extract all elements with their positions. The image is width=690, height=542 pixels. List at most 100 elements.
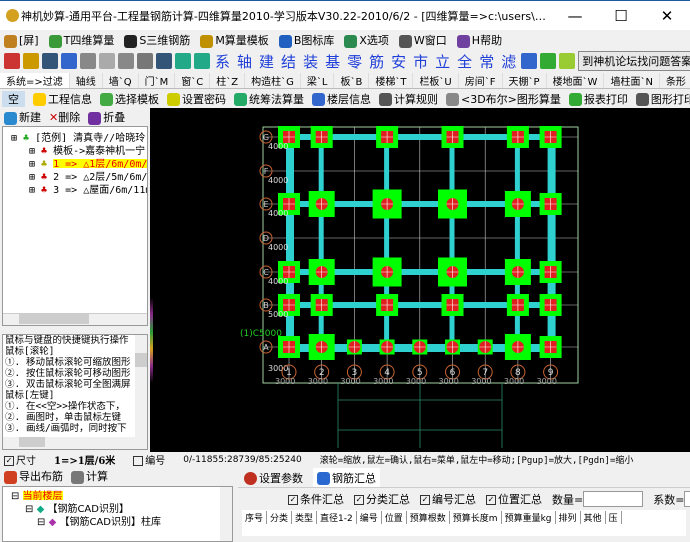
menu-item[interactable]: M算量模板: [200, 32, 269, 48]
tab-category[interactable]: 墙`Q: [103, 72, 139, 88]
tool-char-button[interactable]: 全: [457, 51, 472, 72]
tool-char-button[interactable]: 系: [215, 51, 230, 72]
tab-category[interactable]: 系统=>过滤: [0, 72, 70, 88]
tree-item[interactable]: ⊞ ♣ 模板->嘉泰神机一宁: [3, 142, 147, 155]
column-header[interactable]: 编号: [357, 510, 382, 524]
tab-category[interactable]: 楼梯`T: [369, 72, 414, 88]
toolbar-button-icon[interactable]: [61, 53, 77, 69]
size-checkbox[interactable]: ✓ 尺寸: [4, 452, 36, 467]
column-header[interactable]: 排列: [556, 510, 581, 524]
number-checkbox[interactable]: 编号: [133, 452, 165, 467]
tab-category[interactable]: 天棚`P: [503, 72, 547, 88]
tab-category[interactable]: 栏板`U: [413, 72, 459, 88]
tree-item[interactable]: ⊞ ♣ 1 => △1层/6m/0m/1/: [3, 155, 147, 168]
tool-char-button[interactable]: 轴: [237, 51, 252, 72]
toolbar-button-icon[interactable]: [118, 53, 134, 69]
tool-char-button[interactable]: 零: [347, 51, 362, 72]
column-header[interactable]: 位置: [382, 510, 407, 524]
summary-checkbox[interactable]: ✓ 条件汇总: [288, 491, 344, 507]
tool-button[interactable]: 楼层信息: [312, 91, 371, 107]
drawing-canvas[interactable]: G4000F4000E4000D4000C4000B5000A300013000…: [153, 108, 690, 452]
toolbar-button-icon[interactable]: [99, 53, 115, 69]
tab-category[interactable]: 墙柱面`N: [604, 72, 660, 88]
toolbar-button-icon[interactable]: [42, 53, 58, 69]
toolbar-button-icon[interactable]: [540, 53, 557, 69]
tool-button[interactable]: 报表打印: [568, 91, 628, 107]
menu-item[interactable]: W窗口: [398, 32, 447, 48]
qty-input[interactable]: [583, 490, 644, 507]
tree-item[interactable]: ⊞ ♣ [范例] 清真寺//哈晓玲: [3, 129, 147, 142]
calc-button[interactable]: 计算: [71, 468, 108, 484]
tool-button[interactable]: 计算规则: [379, 91, 438, 107]
column-header[interactable]: 压: [606, 510, 622, 524]
delete-button[interactable]: ✕删除: [49, 109, 80, 125]
summary-checkbox[interactable]: ✓ 分类汇总: [354, 491, 410, 507]
minimize-button[interactable]: —: [552, 7, 598, 25]
vertical-scrollbar[interactable]: [220, 487, 232, 541]
column-header[interactable]: 预算重量kg: [502, 510, 556, 524]
column-header[interactable]: 预算根数: [407, 510, 450, 524]
column-header[interactable]: 预算长度m: [450, 510, 502, 524]
toolbar-button-icon[interactable]: [521, 53, 538, 69]
tree-item[interactable]: 【钢筋CAD识别】柱库: [59, 517, 161, 526]
coef-input[interactable]: [684, 490, 690, 507]
toolbar-button-icon[interactable]: [559, 53, 576, 69]
tab-category[interactable]: 窗`C: [175, 72, 211, 88]
tab-rebar-summary[interactable]: 钢筋汇总: [313, 468, 380, 487]
tab-category[interactable]: 梁`L: [301, 72, 335, 88]
tree-item[interactable]: 【钢筋CAD识别】: [47, 504, 129, 513]
forum-button[interactable]: 到神机论坛找问题答案: [578, 51, 690, 71]
tab-category[interactable]: 门`M: [139, 72, 176, 88]
tool-char-button[interactable]: 筋: [369, 51, 384, 72]
tool-char-button[interactable]: 结: [281, 51, 296, 72]
tree-item-current-floor[interactable]: 当前楼层: [22, 491, 63, 500]
tool-char-button[interactable]: 建: [259, 51, 274, 72]
toolbar-button-icon[interactable]: [80, 53, 96, 69]
close-button[interactable]: ✕: [644, 7, 690, 25]
tool-char-button[interactable]: 安: [391, 51, 406, 72]
tab-category[interactable]: 板`B: [334, 72, 370, 88]
tool-button[interactable]: 设置密码: [167, 91, 226, 107]
tool-char-button[interactable]: 立: [435, 51, 450, 72]
toolbar-button-icon[interactable]: [194, 53, 210, 69]
horizontal-scrollbar[interactable]: [3, 437, 147, 449]
toolbar-button-icon[interactable]: [175, 53, 191, 69]
tool-button[interactable]: <3D布尔>图形算量: [446, 91, 561, 107]
tab-category[interactable]: 柱`Z: [210, 72, 246, 88]
summary-checkbox[interactable]: ✓ 编号汇总: [420, 491, 476, 507]
maximize-button[interactable]: ☐: [598, 7, 644, 25]
toolbar-button-icon[interactable]: [4, 53, 20, 69]
summary-checkbox[interactable]: ✓ 位置汇总: [486, 491, 542, 507]
column-header[interactable]: 其他: [581, 510, 606, 524]
toolbar-button-icon[interactable]: [23, 53, 39, 69]
tab-category[interactable]: 构造柱`G: [245, 72, 301, 88]
menu-item[interactable]: X选项: [344, 32, 389, 48]
tab-category[interactable]: 轴线: [70, 72, 103, 88]
tool-button[interactable]: 空: [2, 90, 25, 107]
vertical-scrollbar[interactable]: [135, 335, 147, 439]
column-header[interactable]: 序号: [242, 510, 268, 524]
export-button[interactable]: 导出布筋: [4, 468, 63, 484]
tool-char-button[interactable]: 滤: [501, 51, 516, 72]
tool-char-button[interactable]: 装: [303, 51, 318, 72]
horizontal-scrollbar[interactable]: [242, 524, 686, 536]
tool-button[interactable]: 图形打印: [635, 91, 690, 107]
tab-category[interactable]: 楼地面`W: [547, 72, 605, 88]
floor-tree[interactable]: ⊞ ♣ [范例] 清真寺//哈晓玲 ⊞ ♣ 模板->嘉泰神机一宁 ⊞ ♣ 1 => …: [2, 126, 148, 326]
toolbar-button-icon[interactable]: [156, 53, 172, 69]
tab-category[interactable]: 房间`F: [459, 72, 503, 88]
column-header[interactable]: 直径1-2: [317, 510, 357, 524]
menu-item[interactable]: H帮助: [456, 32, 502, 48]
tab-settings[interactable]: 设置参数: [244, 470, 303, 486]
tree-item[interactable]: ⊞ ♣ 2 => △2层/5m/6m/1/: [3, 168, 147, 181]
tool-button[interactable]: 统筹法算量: [234, 91, 304, 107]
tool-char-button[interactable]: 基: [325, 51, 340, 72]
toolbar-button-icon[interactable]: [137, 53, 153, 69]
tab-category[interactable]: 条形: [660, 73, 690, 88]
new-button[interactable]: 新建: [4, 109, 41, 125]
tree-item[interactable]: ⊞ ♣ 3 => △屋面/6m/11m/: [3, 181, 147, 194]
tool-button[interactable]: 选择模板: [100, 91, 159, 107]
menu-item[interactable]: [屏]: [4, 32, 39, 48]
tool-char-button[interactable]: 市: [413, 51, 428, 72]
menu-item[interactable]: S三维钢筋: [124, 32, 190, 48]
